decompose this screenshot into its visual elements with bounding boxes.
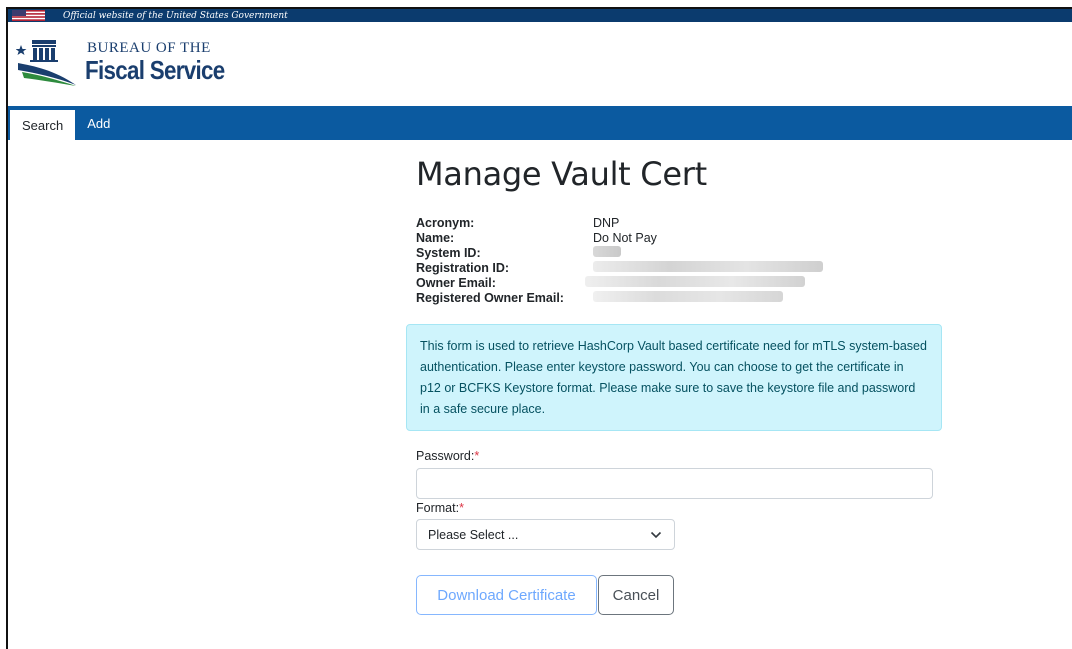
redacted-value bbox=[593, 245, 621, 260]
cancel-button[interactable]: Cancel bbox=[598, 575, 674, 615]
info-row-acronym: Acronym: DNP bbox=[416, 215, 956, 230]
tab-search[interactable]: Search bbox=[10, 110, 76, 140]
form-actions: Download Certificate Cancel bbox=[416, 575, 956, 615]
info-value: DNP bbox=[593, 215, 620, 230]
main-navbar: Search Add bbox=[8, 106, 1072, 140]
info-row-system-id: System ID: bbox=[416, 245, 956, 260]
main-content: Manage Vault Cert Acronym: DNP Name: Do … bbox=[406, 155, 956, 615]
info-row-owner-email: Owner Email: bbox=[416, 275, 956, 290]
password-label: Password:* bbox=[416, 449, 480, 463]
chevron-down-icon bbox=[650, 531, 662, 538]
page-title: Manage Vault Cert bbox=[416, 155, 707, 193]
info-label: System ID: bbox=[416, 245, 481, 260]
redacted-value bbox=[593, 260, 823, 275]
us-flag-icon bbox=[12, 10, 45, 21]
info-label: Name: bbox=[416, 230, 455, 245]
treasury-building-icon[interactable] bbox=[16, 36, 78, 88]
tab-add[interactable]: Add bbox=[75, 106, 122, 140]
download-certificate-button[interactable]: Download Certificate bbox=[416, 575, 597, 615]
info-label: Registered Owner Email: bbox=[416, 290, 564, 305]
info-row-registered-owner-email: Registered Owner Email: bbox=[416, 290, 956, 305]
redacted-value bbox=[585, 275, 805, 290]
info-label: Acronym: bbox=[416, 215, 475, 230]
info-label: Owner Email: bbox=[416, 275, 496, 290]
gov-banner-text: Official website of the United States Go… bbox=[63, 10, 288, 21]
format-select[interactable]: Please Select ... bbox=[416, 519, 675, 550]
gov-banner: Official website of the United States Go… bbox=[8, 9, 1072, 22]
info-value: Do Not Pay bbox=[593, 230, 657, 245]
logo-line2: Fiscal Service bbox=[85, 55, 225, 85]
site-header: BUREAU OF THE Fiscal Service bbox=[8, 22, 1072, 106]
app-window: Official website of the United States Go… bbox=[6, 7, 1072, 649]
redacted-value bbox=[593, 290, 783, 305]
info-row-name: Name: Do Not Pay bbox=[416, 230, 956, 245]
info-row-registration-id: Registration ID: bbox=[416, 260, 956, 275]
info-label: Registration ID: bbox=[416, 260, 510, 275]
format-label: Format:* bbox=[416, 501, 464, 515]
required-marker: * bbox=[474, 449, 480, 463]
system-info: Acronym: DNP Name: Do Not Pay System ID:… bbox=[416, 215, 956, 305]
required-marker: * bbox=[459, 501, 464, 515]
password-input[interactable] bbox=[416, 468, 933, 499]
info-alert: This form is used to retrieve HashCorp V… bbox=[406, 324, 942, 431]
format-select-value: Please Select ... bbox=[428, 527, 519, 542]
